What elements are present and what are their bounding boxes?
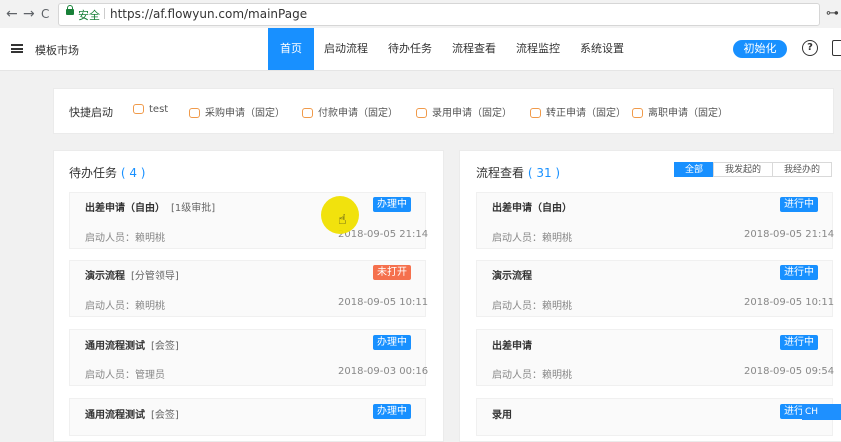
status-badge: 进行中 bbox=[780, 197, 818, 212]
status-badge: 未打开 bbox=[373, 265, 411, 280]
reload-icon[interactable]: C bbox=[41, 6, 49, 22]
card-user: 启动人员：赖明桃 bbox=[85, 301, 165, 312]
quick-item[interactable]: 付款申请（固定） bbox=[302, 104, 398, 119]
quick-item[interactable]: test bbox=[133, 104, 168, 115]
hire-icon bbox=[416, 108, 427, 118]
status-badge: 进行中 bbox=[780, 335, 818, 350]
quick-item[interactable]: 转正申请（固定） bbox=[530, 104, 626, 119]
payment-icon bbox=[302, 108, 313, 118]
lock-icon bbox=[66, 5, 74, 15]
initialize-button[interactable]: 初始化 bbox=[733, 40, 787, 58]
todo-count: ( 4 ) bbox=[120, 166, 146, 180]
regular-icon bbox=[530, 108, 541, 118]
card-date: 2018-09-05 09:54 bbox=[744, 366, 835, 377]
user-icon[interactable] bbox=[832, 40, 841, 56]
quick-launch-title: 快捷启动 bbox=[69, 106, 113, 119]
forward-icon[interactable]: → bbox=[23, 6, 35, 22]
nav-start-process[interactable]: 启动流程 bbox=[322, 28, 370, 70]
back-icon[interactable]: ← bbox=[6, 6, 18, 22]
hand-cursor-icon: ☝ bbox=[338, 212, 347, 228]
card-date: 2018-09-05 21:14 bbox=[338, 229, 429, 240]
secure-label: 安全 bbox=[78, 9, 100, 22]
card-title: 录用 bbox=[492, 410, 512, 421]
card-date: 2018-09-05 10:11 bbox=[744, 297, 835, 308]
address-divider bbox=[104, 8, 105, 19]
key-icon[interactable]: ⊶ bbox=[826, 6, 839, 21]
card-date: 2018-09-03 00:16 bbox=[338, 366, 429, 377]
filter-all-tab[interactable]: 全部 bbox=[674, 162, 714, 177]
card-title: 出差申请（自由） [1级审批] bbox=[85, 203, 216, 214]
card-date: 2018-09-05 10:11 bbox=[338, 297, 429, 308]
url-text[interactable]: https://af.flowyun.com/mainPage bbox=[110, 7, 307, 21]
purchase-icon bbox=[189, 108, 200, 118]
flow-title: 流程查看 ( 31 ) bbox=[476, 166, 561, 180]
status-badge: 进行中 bbox=[780, 265, 818, 280]
filter-handled-tab[interactable]: 我经办的 bbox=[772, 162, 832, 177]
card-user: 启动人员：赖明桃 bbox=[492, 370, 572, 381]
template-market-link[interactable]: 模板市场 bbox=[35, 42, 79, 58]
shop-icon bbox=[133, 104, 144, 114]
nav-home[interactable]: 首页 bbox=[268, 28, 314, 70]
menu-icon[interactable] bbox=[11, 44, 23, 53]
card-title: 出差申请 bbox=[492, 341, 532, 352]
nav-flow-monitor[interactable]: 流程监控 bbox=[514, 28, 562, 70]
quick-item[interactable]: 采购申请（固定） bbox=[189, 104, 285, 119]
nav-flow-view[interactable]: 流程查看 bbox=[450, 28, 498, 70]
resign-icon bbox=[632, 108, 643, 118]
card-user: 启动人员：赖明桃 bbox=[85, 233, 165, 244]
nav-settings[interactable]: 系统设置 bbox=[578, 28, 626, 70]
card-title: 出差申请（自由） bbox=[492, 203, 572, 214]
card-title: 通用流程测试 [会签] bbox=[85, 341, 179, 352]
status-badge: 办理中 bbox=[373, 335, 411, 350]
status-badge: 办理中 bbox=[373, 197, 411, 212]
card-user: 启动人员：管理员 bbox=[85, 370, 165, 381]
filter-initiated-tab[interactable]: 我发起的 bbox=[713, 162, 773, 177]
help-icon[interactable]: ? bbox=[802, 40, 818, 56]
status-badge: 办理中 bbox=[373, 404, 411, 419]
quick-item[interactable]: 离职申请（固定） bbox=[632, 104, 728, 119]
card-user: 启动人员：赖明桃 bbox=[492, 301, 572, 312]
ime-indicator: CH bbox=[802, 404, 841, 420]
card-title: 演示流程 bbox=[492, 271, 532, 282]
todo-title: 待办任务 ( 4 ) bbox=[69, 166, 146, 180]
nav-todo[interactable]: 待办任务 bbox=[386, 28, 434, 70]
flow-count: ( 31 ) bbox=[527, 166, 561, 180]
quick-item[interactable]: 录用申请（固定） bbox=[416, 104, 512, 119]
card-user: 启动人员：赖明桃 bbox=[492, 233, 572, 244]
card-date: 2018-09-05 21:14 bbox=[744, 229, 835, 240]
card-title: 演示流程 [分管领导] bbox=[85, 271, 179, 282]
card-title: 通用流程测试 [会签] bbox=[85, 410, 179, 421]
